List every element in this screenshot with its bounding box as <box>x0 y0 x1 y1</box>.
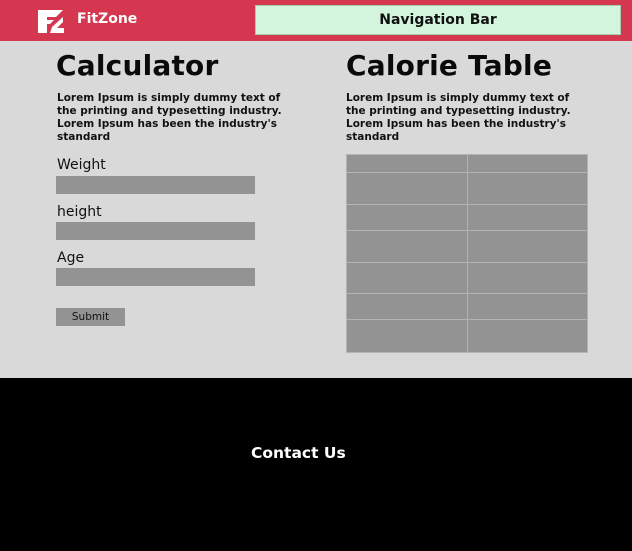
brand-name[interactable]: FitZone <box>77 11 137 27</box>
calculator-title: Calculator <box>56 49 219 82</box>
table-cell <box>466 204 588 231</box>
table-cell <box>346 319 468 353</box>
navigation-bar[interactable]: Navigation Bar <box>255 5 621 35</box>
age-label: Age <box>57 250 85 266</box>
table-cell <box>466 172 588 205</box>
weight-label: Weight <box>57 157 106 173</box>
contact-us-link[interactable]: Contact Us <box>251 444 346 462</box>
calorie-table <box>346 154 588 353</box>
table-cell <box>346 172 468 205</box>
table-cell <box>346 204 468 231</box>
main-content: Calculator Lorem Ipsum is simply dummy t… <box>0 41 632 378</box>
table-row <box>346 154 588 173</box>
table-row <box>346 172 588 205</box>
age-input[interactable] <box>56 268 255 286</box>
weight-input[interactable] <box>56 176 255 194</box>
table-row <box>346 262 588 294</box>
table-row <box>346 204 588 231</box>
table-cell <box>346 154 468 173</box>
table-cell <box>346 262 468 294</box>
height-label: height <box>57 204 102 220</box>
table-row <box>346 230 588 263</box>
table-cell <box>346 230 468 263</box>
calorie-table-title: Calorie Table <box>346 49 553 82</box>
height-input[interactable] <box>56 222 255 240</box>
submit-button[interactable]: Submit <box>56 308 125 326</box>
calorie-table-description: Lorem Ipsum is simply dummy text of the … <box>346 92 571 143</box>
table-row <box>346 319 588 353</box>
table-cell <box>466 230 588 263</box>
fitzone-logo-icon[interactable] <box>36 7 66 35</box>
table-row <box>346 293 588 320</box>
table-cell <box>346 293 468 320</box>
table-cell <box>466 262 588 294</box>
table-cell <box>466 319 588 353</box>
header: FitZone Navigation Bar <box>0 0 632 41</box>
calculator-description: Lorem Ipsum is simply dummy text of the … <box>57 92 282 143</box>
footer: Contact Us <box>0 378 632 551</box>
table-cell <box>466 293 588 320</box>
table-cell <box>466 154 588 173</box>
